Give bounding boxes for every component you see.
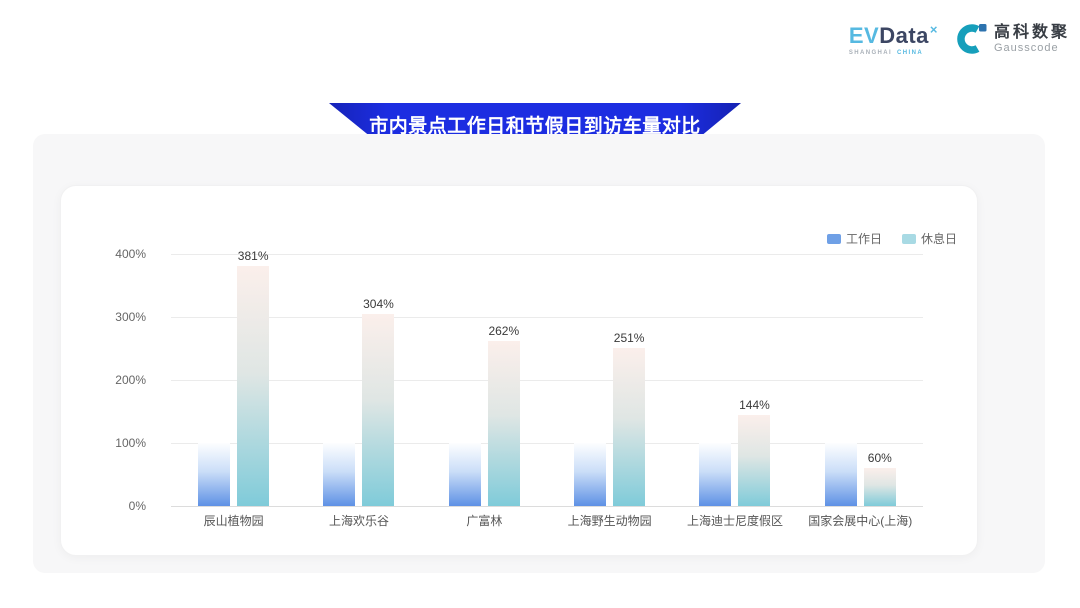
- bar-休息日[interactable]: [488, 341, 520, 506]
- bar-group: 381%: [198, 266, 269, 506]
- category-band: 381%: [171, 266, 296, 506]
- chart-card: 工作日 休息日 400% 300% 200% 100% 0% 381% 304% 262% 25…: [60, 185, 978, 556]
- bar-value-label: 144%: [739, 398, 770, 412]
- bar-wrap: 60%: [864, 468, 896, 506]
- gausscode-name-cn: 高科数聚: [994, 24, 1070, 42]
- x-category-label: 国家会展中心(上海): [798, 512, 923, 529]
- gausscode-text: 高科数聚 Gausscode: [994, 24, 1070, 54]
- header-logos: EVData× SHANGHAI CHINA 高科数聚 Gausscode: [849, 22, 1070, 56]
- bar-工作日[interactable]: [449, 443, 481, 506]
- x-category-label: 辰山植物园: [171, 512, 296, 529]
- bar-wrap: [699, 443, 731, 506]
- evdata-x-icon: ×: [930, 22, 938, 37]
- bar-group: 262%: [449, 341, 520, 506]
- gausscode-name-en: Gausscode: [994, 42, 1070, 54]
- bar-wrap: 144%: [738, 415, 770, 506]
- legend-swatch: [827, 234, 841, 244]
- bar-休息日[interactable]: [237, 266, 269, 506]
- bar-wrap: 262%: [488, 341, 520, 506]
- evdata-subtitle-shanghai: SHANGHAI: [849, 50, 892, 56]
- evdata-subtitle-china: CHINA: [897, 50, 923, 56]
- bar-value-label: 381%: [238, 249, 269, 263]
- bar-工作日[interactable]: [574, 443, 606, 506]
- outer-panel: 工作日 休息日 400% 300% 200% 100% 0% 381% 304% 262% 25…: [33, 134, 1045, 573]
- legend-item[interactable]: 工作日: [827, 230, 882, 247]
- bar-休息日[interactable]: [362, 314, 394, 506]
- bar-group: 60%: [825, 443, 896, 506]
- x-axis-line: [171, 506, 923, 507]
- x-category-label: 上海野生动物园: [547, 512, 672, 529]
- x-category-label: 上海迪士尼度假区: [672, 512, 797, 529]
- category-band: 262%: [422, 266, 547, 506]
- bar-休息日[interactable]: [738, 415, 770, 506]
- category-band: 304%: [296, 266, 421, 506]
- bar-wrap: [574, 443, 606, 506]
- bar-工作日[interactable]: [699, 443, 731, 506]
- bars-row: 381% 304% 262% 251% 144% 60%: [171, 266, 923, 506]
- evdata-wordmark: EVData×: [849, 23, 938, 47]
- bar-休息日[interactable]: [613, 348, 645, 506]
- legend-item[interactable]: 休息日: [902, 230, 957, 247]
- category-band: 60%: [798, 266, 923, 506]
- bar-wrap: [825, 443, 857, 506]
- bar-group: 251%: [574, 348, 645, 506]
- bar-value-label: 251%: [614, 331, 645, 345]
- y-tick-label: 200%: [115, 373, 146, 387]
- y-tick-label: 0%: [129, 499, 146, 513]
- bar-wrap: [449, 443, 481, 506]
- x-axis-labels: 辰山植物园上海欢乐谷广富林上海野生动物园上海迪士尼度假区国家会展中心(上海): [171, 512, 923, 529]
- bar-工作日[interactable]: [198, 443, 230, 506]
- gridline: [171, 254, 923, 255]
- evdata-data: Data: [879, 23, 929, 48]
- bar-wrap: 304%: [362, 314, 394, 506]
- gausscode-logo: 高科数聚 Gausscode: [956, 22, 1070, 56]
- x-category-label: 广富林: [422, 512, 547, 529]
- bar-value-label: 304%: [363, 297, 394, 311]
- evdata-subtitle: SHANGHAI CHINA: [849, 50, 938, 56]
- bar-wrap: [323, 443, 355, 506]
- bar-wrap: 381%: [237, 266, 269, 506]
- plot-area: 381% 304% 262% 251% 144% 60%: [171, 254, 923, 506]
- evdata-logo: EVData× SHANGHAI CHINA: [849, 23, 938, 56]
- y-axis-labels: 400%300%200%100%0%: [61, 254, 146, 506]
- y-tick-label: 300%: [115, 310, 146, 324]
- category-band: 144%: [672, 266, 797, 506]
- bar-group: 144%: [699, 415, 770, 506]
- bar-wrap: 251%: [613, 348, 645, 506]
- evdata-ev: EV: [849, 23, 879, 48]
- bar-wrap: [198, 443, 230, 506]
- gausscode-g-icon: [956, 22, 988, 56]
- legend-swatch: [902, 234, 916, 244]
- bar-group: 304%: [323, 314, 394, 506]
- chart-legend: 工作日 休息日: [827, 230, 957, 247]
- bar-value-label: 60%: [868, 451, 892, 465]
- legend-label: 工作日: [846, 230, 882, 247]
- y-tick-label: 100%: [115, 436, 146, 450]
- bar-工作日[interactable]: [825, 443, 857, 506]
- x-category-label: 上海欢乐谷: [296, 512, 421, 529]
- bar-value-label: 262%: [488, 324, 519, 338]
- legend-label: 休息日: [921, 230, 957, 247]
- y-tick-label: 400%: [115, 247, 146, 261]
- bar-工作日[interactable]: [323, 443, 355, 506]
- category-band: 251%: [547, 266, 672, 506]
- bar-休息日[interactable]: [864, 468, 896, 506]
